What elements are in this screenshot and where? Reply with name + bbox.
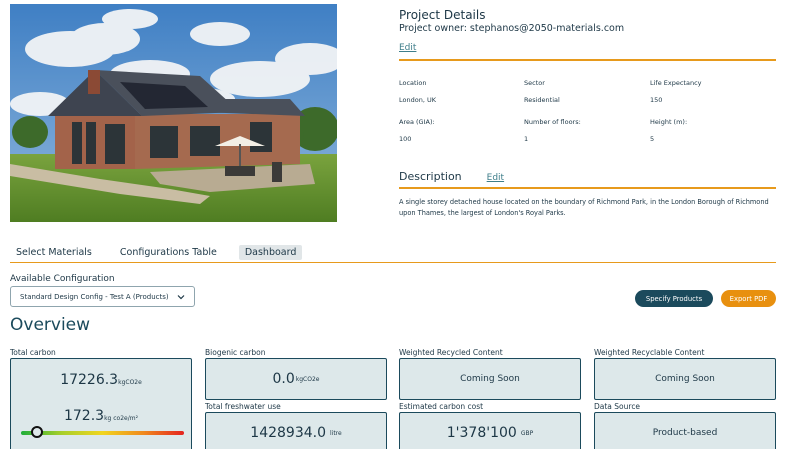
weighted-recyclable-value: Coming Soon xyxy=(655,374,715,384)
tab-dashboard[interactable]: Dashboard xyxy=(238,245,303,260)
weighted-recycled-card: Coming Soon xyxy=(399,358,581,400)
data-source-value: Product-based xyxy=(652,428,718,438)
tab-bar: Select Materials Configurations Table Da… xyxy=(10,245,318,260)
divider xyxy=(399,187,776,189)
tab-configurations-table[interactable]: Configurations Table xyxy=(114,245,223,260)
property-value: 1 xyxy=(524,135,529,143)
biogenic-carbon-label: Biogenic carbon xyxy=(205,348,266,357)
property-area: Area (GIA): 100 xyxy=(399,118,524,157)
description-text: A single storey detached house located o… xyxy=(399,198,769,217)
chevron-down-icon xyxy=(177,295,185,300)
carbon-cost-unit: GBP xyxy=(520,429,534,437)
property-label: Height (m): xyxy=(650,118,688,126)
carbon-per-area-value: 172.3 xyxy=(63,408,105,424)
description-title: Description xyxy=(399,170,462,183)
weighted-recycled-value: Coming Soon xyxy=(460,374,520,384)
project-details-title: Project Details xyxy=(399,8,486,22)
property-value: 5 xyxy=(650,135,655,143)
freshwater-label: Total freshwater use xyxy=(205,402,281,411)
biogenic-carbon-card: 0.0 kgCO2e xyxy=(205,358,387,400)
configuration-label: Available Configuration xyxy=(10,274,115,284)
project-properties: Location London, UK Sector Residential L… xyxy=(399,79,776,157)
property-label: Sector xyxy=(524,79,545,87)
freshwater-card: 1428934.0 litre xyxy=(205,412,387,449)
project-owner: Project owner: stephanos@2050-materials.… xyxy=(399,23,625,34)
weighted-recyclable-card: Coming Soon xyxy=(594,358,776,400)
weighted-recyclable-label: Weighted Recyclable Content xyxy=(594,348,705,357)
weighted-recycled-label: Weighted Recycled Content xyxy=(399,348,503,357)
overview-title: Overview xyxy=(10,315,91,335)
carbon-cost-value: 1'378'100 xyxy=(446,425,517,441)
carbon-per-area-unit: kg co2e/m² xyxy=(104,415,139,422)
freshwater-unit: litre xyxy=(330,429,342,437)
property-height: Height (m): 5 xyxy=(650,118,776,157)
freshwater-value: 1428934.0 xyxy=(250,425,326,441)
property-value: 100 xyxy=(399,135,412,143)
configuration-selected-value: Standard Design Config - Test A (Product… xyxy=(20,292,169,301)
carbon-cost-card: 1'378'100 GBP xyxy=(399,412,581,449)
property-value: Residential xyxy=(524,96,560,104)
total-carbon-label: Total carbon xyxy=(10,348,56,357)
data-source-label: Data Source xyxy=(594,402,641,411)
property-label: Number of floors: xyxy=(524,118,581,126)
specify-products-button[interactable]: Specify Products xyxy=(635,290,713,307)
property-label: Location xyxy=(399,79,427,87)
property-sector: Sector Residential xyxy=(524,79,650,118)
divider xyxy=(399,59,776,61)
carbon-rating-marker xyxy=(31,426,44,438)
property-location: Location London, UK xyxy=(399,79,524,118)
biogenic-carbon-value: 0.0 xyxy=(272,371,295,387)
biogenic-carbon-unit: kgCO2e xyxy=(295,375,320,383)
project-photo xyxy=(10,4,337,222)
data-source-card: Product-based xyxy=(594,412,776,449)
description-header: Description Edit xyxy=(399,170,504,183)
property-label: Life Expectancy xyxy=(650,79,702,87)
carbon-cost-label: Estimated carbon cost xyxy=(399,402,484,411)
tab-divider xyxy=(10,262,776,263)
project-details-header: Project Details Project owner: stephanos… xyxy=(399,8,776,54)
property-floors: Number of floors: 1 xyxy=(524,118,650,157)
carbon-per-area-row: 172.3kg co2e/m² xyxy=(11,405,191,424)
property-value: London, UK xyxy=(399,96,436,104)
configuration-select[interactable]: Standard Design Config - Test A (Product… xyxy=(10,286,195,307)
tab-select-materials[interactable]: Select Materials xyxy=(10,245,98,260)
carbon-rating-gauge xyxy=(21,431,184,435)
export-pdf-button[interactable]: Export PDF xyxy=(721,290,776,307)
property-life-expectancy: Life Expectancy 150 xyxy=(650,79,776,118)
edit-description-link[interactable]: Edit xyxy=(487,173,504,183)
total-carbon-unit: kgCO2e xyxy=(118,379,142,386)
total-carbon-value: 17226.3 xyxy=(60,372,119,388)
property-label: Area (GIA): xyxy=(399,118,435,126)
total-carbon-card: 17226.3kgCO2e 172.3kg co2e/m² xyxy=(10,358,192,449)
property-value: 150 xyxy=(650,96,663,104)
total-carbon-value-row: 17226.3kgCO2e xyxy=(11,369,191,388)
edit-project-link[interactable]: Edit xyxy=(399,43,416,53)
